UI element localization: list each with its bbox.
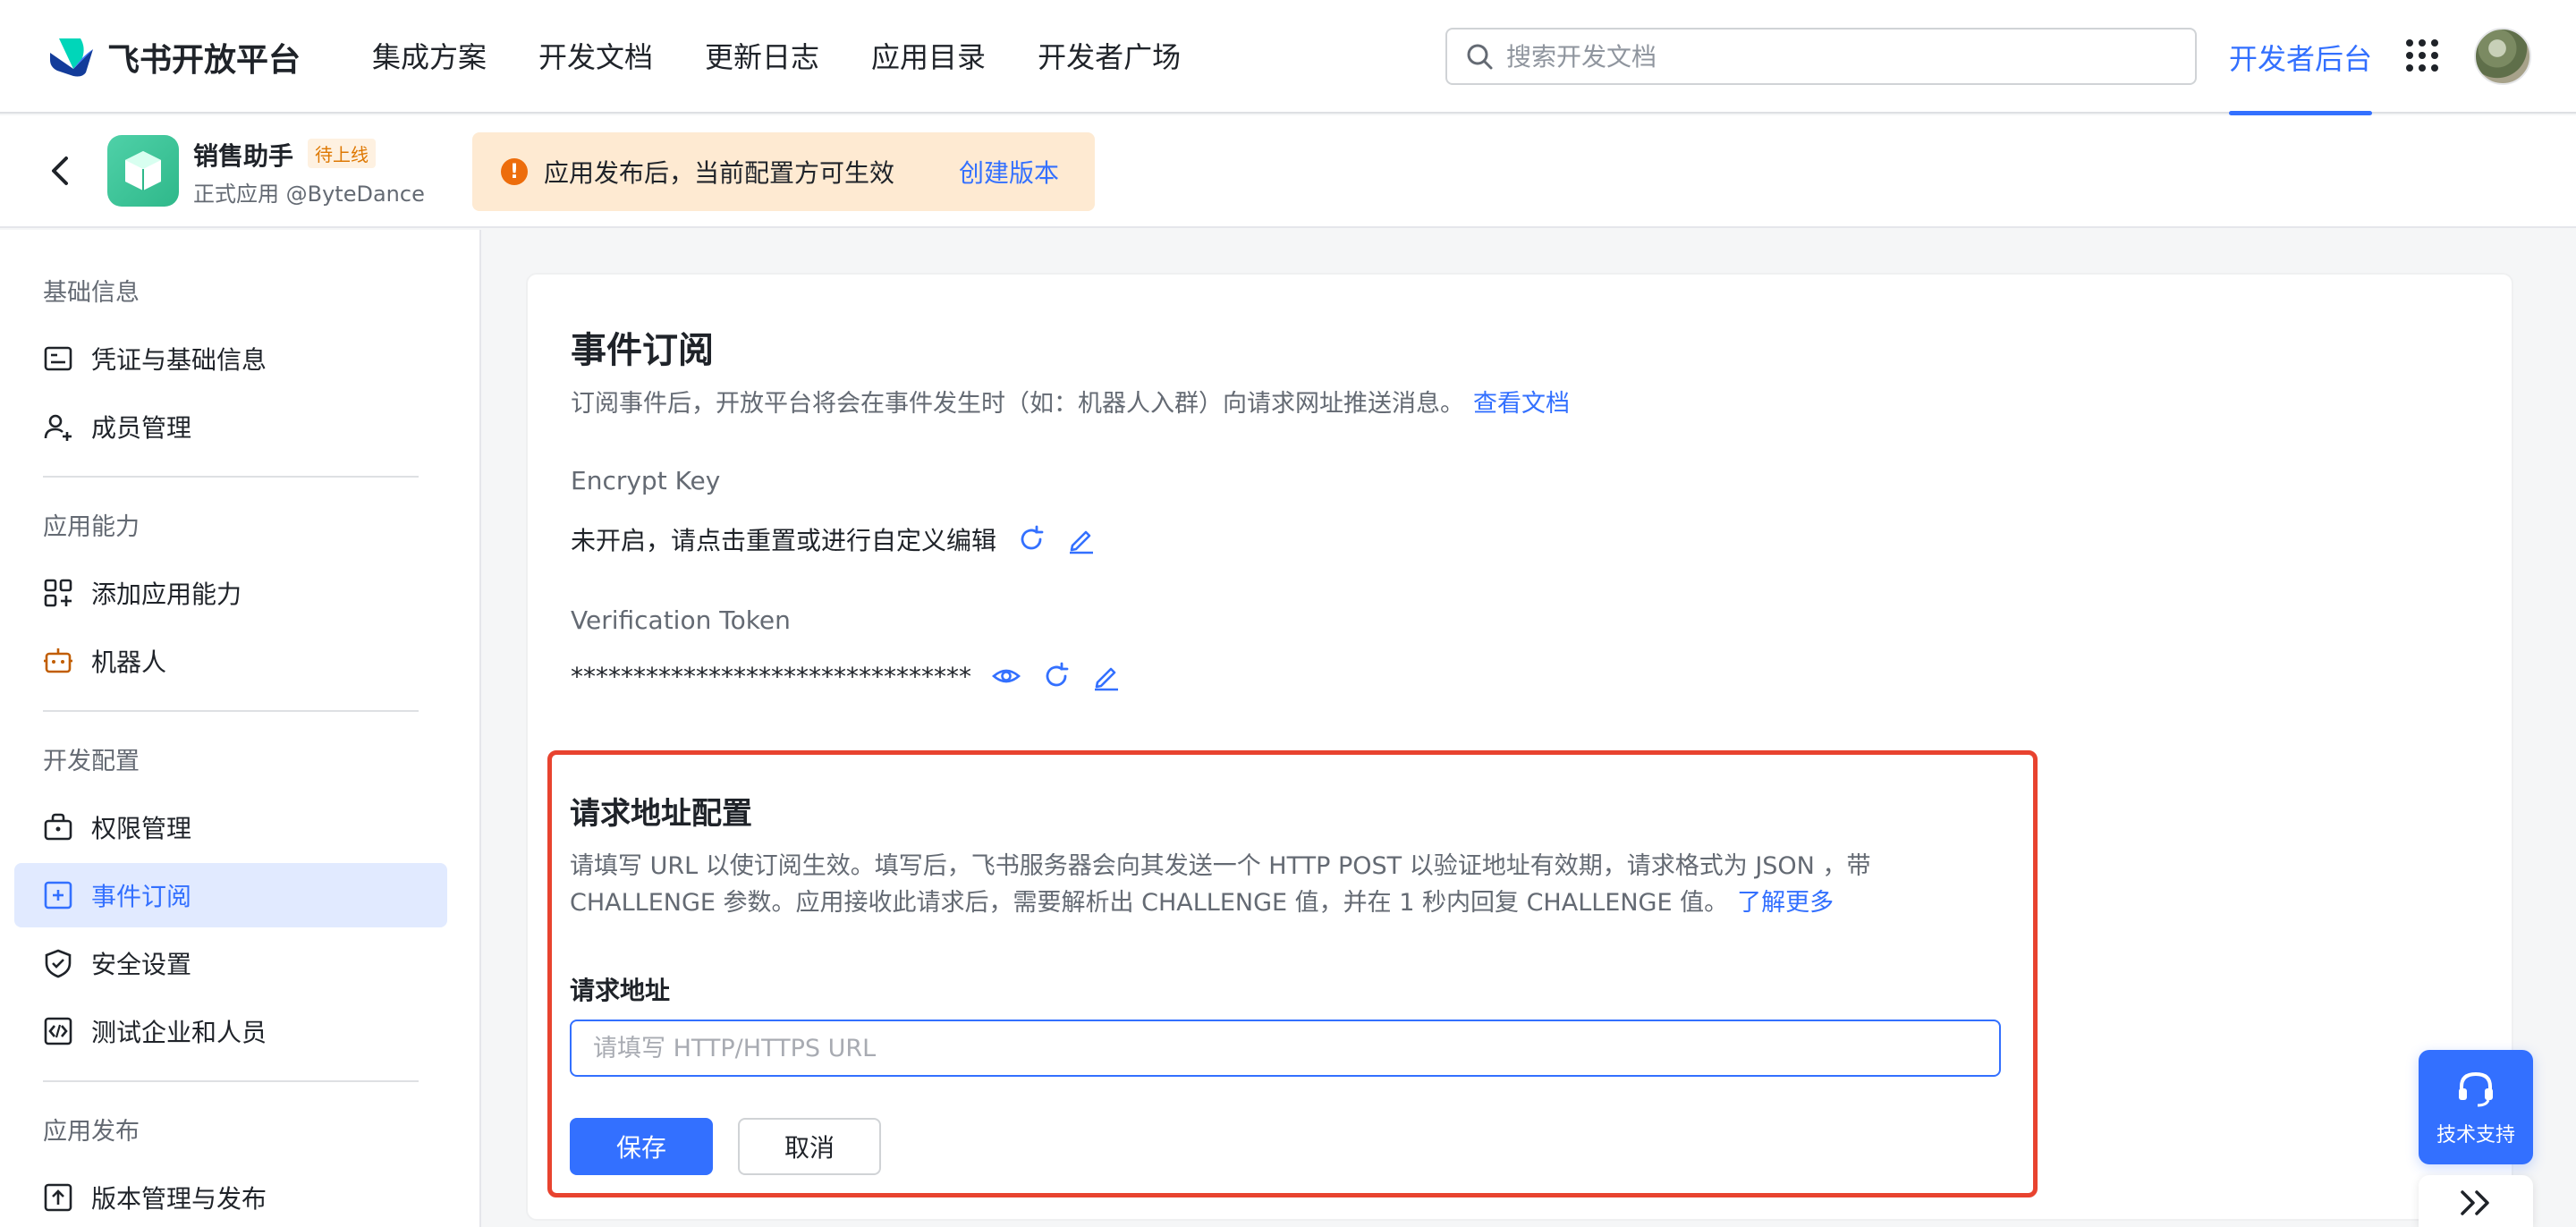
sidebar-item-label: 添加应用能力 bbox=[91, 580, 242, 609]
request-url-label: 请求地址 bbox=[570, 976, 671, 1005]
menu-item-dev-community[interactable]: 开发者广场 bbox=[1038, 36, 1181, 79]
request-url-input[interactable] bbox=[570, 1020, 2001, 1077]
sidebar-divider bbox=[43, 710, 419, 712]
code-icon bbox=[44, 1017, 72, 1045]
encrypt-key-row: 未开启，请点击重置或进行自定义编辑 bbox=[571, 521, 1097, 557]
sidebar-item-test-tenants[interactable]: 测试企业和人员 bbox=[14, 999, 447, 1063]
event-subscription-card: 事件订阅 订阅事件后，开放平台将会在事件发生时（如：机器人入群）向请求网址推送消… bbox=[526, 273, 2513, 1221]
notice-text: 应用发布后，当前配置方可生效 bbox=[544, 158, 895, 188]
member-add-icon bbox=[44, 414, 72, 441]
menu-item-app-directory[interactable]: 应用目录 bbox=[871, 36, 986, 79]
cube-icon bbox=[125, 151, 161, 190]
edit-icon[interactable] bbox=[1066, 524, 1097, 554]
request-url-description: 请填写 URL 以使订阅生效。填写后，飞书服务器会向其发送一个 HTTP POS… bbox=[570, 848, 2001, 921]
app-icon bbox=[107, 135, 179, 207]
sidebar-divider bbox=[43, 476, 419, 478]
sidebar-group-capabilities: 应用能力 bbox=[43, 513, 140, 541]
sidebar-item-security[interactable]: 安全设置 bbox=[14, 931, 447, 995]
sidebar-item-label: 机器人 bbox=[91, 647, 167, 677]
menu-item-changelog[interactable]: 更新日志 bbox=[705, 36, 819, 79]
encrypt-key-value: 未开启，请点击重置或进行自定义编辑 bbox=[571, 526, 997, 555]
brand-name: 飞书开放平台 bbox=[107, 42, 301, 79]
request-url-title: 请求地址配置 bbox=[570, 796, 752, 832]
credential-icon bbox=[44, 346, 72, 371]
upload-icon bbox=[44, 1183, 72, 1212]
sidebar-item-label: 成员管理 bbox=[91, 413, 192, 443]
create-version-link[interactable]: 创建版本 bbox=[959, 154, 1059, 190]
reset-icon[interactable] bbox=[1041, 661, 1072, 691]
warning-icon: ! bbox=[501, 158, 528, 185]
main-menu: 集成方案 开发文档 更新日志 应用目录 开发者广场 bbox=[372, 36, 1233, 79]
sidebar-group-dev-config: 开发配置 bbox=[43, 748, 140, 775]
sidebar: 基础信息 凭证与基础信息 成员管理 应用能力 添加应用能力 机器人 开发配置 权… bbox=[0, 230, 481, 1227]
expand-panel-button[interactable] bbox=[2419, 1175, 2533, 1227]
search-input[interactable] bbox=[1506, 31, 2195, 81]
search-box[interactable] bbox=[1445, 28, 2197, 85]
sidebar-group-release: 应用发布 bbox=[43, 1118, 140, 1146]
app-header: 销售助手 待上线 正式应用 @ByteDance ! 应用发布后，当前配置方可生… bbox=[0, 115, 2576, 228]
back-arrow-icon[interactable] bbox=[43, 151, 79, 190]
reset-icon[interactable] bbox=[1016, 524, 1046, 554]
double-chevron-right-icon bbox=[2461, 1190, 2489, 1215]
headset-icon bbox=[2459, 1071, 2493, 1107]
sidebar-item-robot[interactable]: 机器人 bbox=[14, 629, 447, 693]
edit-icon[interactable] bbox=[1091, 661, 1122, 691]
sidebar-item-label: 测试企业和人员 bbox=[91, 1018, 267, 1047]
robot-icon bbox=[44, 648, 72, 673]
user-avatar[interactable] bbox=[2474, 28, 2531, 85]
apps-add-icon bbox=[44, 579, 72, 607]
page-title: 事件订阅 bbox=[571, 330, 714, 371]
status-badge: 待上线 bbox=[308, 139, 376, 168]
verification-token-label: Verification Token bbox=[571, 605, 791, 635]
menu-item-docs[interactable]: 开发文档 bbox=[538, 36, 653, 79]
sidebar-item-events[interactable]: 事件订阅 bbox=[14, 863, 447, 927]
eye-icon[interactable] bbox=[991, 661, 1021, 691]
tech-support-label: 技术支持 bbox=[2436, 1124, 2515, 1147]
sidebar-item-label: 凭证与基础信息 bbox=[91, 345, 267, 375]
menu-item-solutions[interactable]: 集成方案 bbox=[372, 36, 487, 79]
sidebar-item-label: 版本管理与发布 bbox=[91, 1184, 267, 1214]
permission-icon bbox=[44, 813, 72, 841]
cancel-button[interactable]: 取消 bbox=[738, 1118, 881, 1175]
sidebar-item-label: 安全设置 bbox=[91, 950, 192, 979]
brand-logo[interactable]: 飞书开放平台 bbox=[47, 34, 301, 80]
encrypt-key-label: Encrypt Key bbox=[571, 466, 721, 495]
sidebar-item-versions[interactable]: 版本管理与发布 bbox=[14, 1165, 447, 1227]
verification-token-row: ******************************** bbox=[571, 661, 1122, 691]
event-icon bbox=[44, 881, 72, 910]
shield-icon bbox=[45, 949, 72, 978]
feishu-logo-icon bbox=[50, 38, 93, 77]
search-icon bbox=[1467, 44, 1493, 70]
app-name: 销售助手 bbox=[193, 141, 294, 171]
view-docs-link[interactable]: 查看文档 bbox=[1473, 390, 1570, 418]
request-url-description-text: 请填写 URL 以使订阅生效。填写后，飞书服务器会向其发送一个 HTTP POS… bbox=[570, 852, 1871, 917]
save-button[interactable]: 保存 bbox=[570, 1118, 713, 1175]
learn-more-link[interactable]: 了解更多 bbox=[1737, 889, 1834, 917]
sidebar-item-permissions[interactable]: 权限管理 bbox=[14, 795, 447, 859]
sidebar-item-members[interactable]: 成员管理 bbox=[14, 394, 447, 459]
dev-backend-link[interactable]: 开发者后台 bbox=[2229, 0, 2373, 115]
verification-token-value: ******************************** bbox=[571, 661, 971, 691]
tech-support-button[interactable]: 技术支持 bbox=[2419, 1050, 2533, 1164]
sidebar-item-credentials[interactable]: 凭证与基础信息 bbox=[14, 326, 447, 391]
sidebar-item-label: 权限管理 bbox=[91, 814, 192, 843]
page-description: 订阅事件后，开放平台将会在事件发生时（如：机器人入群）向请求网址推送消息。 查看文… bbox=[571, 384, 1570, 419]
page-description-text: 订阅事件后，开放平台将会在事件发生时（如：机器人入群）向请求网址推送消息。 bbox=[571, 390, 1464, 418]
sidebar-item-add-capability[interactable]: 添加应用能力 bbox=[14, 561, 447, 625]
app-grid-icon[interactable] bbox=[2406, 39, 2438, 72]
request-url-section: 请求地址配置 请填写 URL 以使订阅生效。填写后，飞书服务器会向其发送一个 H… bbox=[547, 750, 2038, 1197]
top-navigation: 飞书开放平台 集成方案 开发文档 更新日志 应用目录 开发者广场 开发者后台 bbox=[0, 0, 2576, 115]
sidebar-divider bbox=[43, 1080, 419, 1082]
sidebar-group-basic: 基础信息 bbox=[43, 279, 140, 307]
sidebar-item-label: 事件订阅 bbox=[91, 882, 192, 911]
app-subtitle: 正式应用 @ByteDance bbox=[193, 182, 425, 207]
publish-notice: ! 应用发布后，当前配置方可生效 创建版本 bbox=[472, 132, 1095, 211]
